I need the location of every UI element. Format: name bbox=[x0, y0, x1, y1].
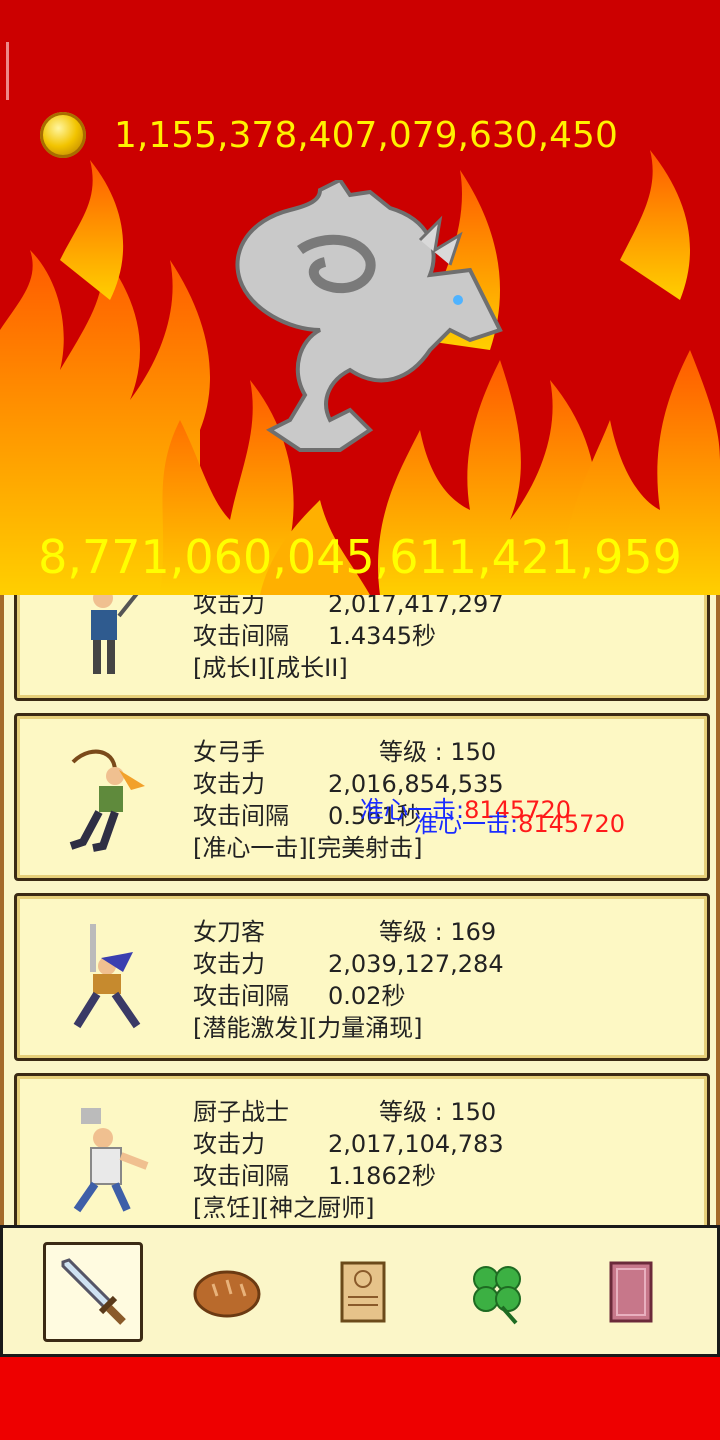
book-icon bbox=[609, 1261, 653, 1323]
scroll-handle bbox=[6, 42, 9, 100]
nav-heroes-button[interactable] bbox=[43, 1242, 143, 1342]
hero-name: 女弓手 bbox=[193, 738, 265, 766]
interval-label: 攻击间隔 bbox=[193, 982, 289, 1010]
sword-icon bbox=[61, 1258, 126, 1325]
hero-list[interactable]: 攻击力 2,017,417,297 攻击间隔 1.4345秒 [成长I][成长II]… bbox=[0, 595, 720, 1225]
hero-card[interactable]: 攻击力 2,017,417,297 攻击间隔 1.4345秒 [成长I][成长II] bbox=[14, 595, 710, 701]
hero-name: 厨子战士 bbox=[193, 1098, 289, 1126]
attack-label: 攻击力 bbox=[193, 595, 265, 618]
swordswoman-portrait bbox=[73, 924, 141, 1029]
damage-skill-name: 准心一击: bbox=[414, 810, 519, 838]
attack-label: 攻击力 bbox=[193, 950, 265, 978]
nav-scroll-button[interactable] bbox=[313, 1242, 413, 1342]
hero-card[interactable]: 厨子战士 等级 : 150 攻击力 2,017,104,783 攻击间隔 1.1862… bbox=[14, 1073, 710, 1225]
skill-list: [潜能激发][力量涌现] bbox=[193, 1014, 423, 1042]
nav-food-button[interactable] bbox=[177, 1242, 277, 1342]
boss-hp-value: 8,771,060,045,611,421,959 bbox=[38, 530, 682, 584]
attack-label: 攻击力 bbox=[193, 1130, 265, 1158]
attack-label: 攻击力 bbox=[193, 770, 265, 798]
nav-book-button[interactable] bbox=[581, 1242, 681, 1342]
nav-luck-button[interactable] bbox=[447, 1242, 547, 1342]
interval-label: 攻击间隔 bbox=[193, 802, 289, 830]
scroll-icon bbox=[340, 1261, 386, 1323]
attack-value: 2,017,417,297 bbox=[328, 595, 504, 618]
skill-list: [烹饪][神之厨师] bbox=[193, 1194, 375, 1222]
gold-coin-icon bbox=[40, 112, 86, 158]
hero-level: 等级 : 150 bbox=[379, 738, 497, 766]
damage-value: 8145720 bbox=[518, 810, 625, 838]
battle-area[interactable]: 1,155,378,407,079,630,450 8,771,060,045,… bbox=[0, 0, 720, 595]
interval-label: 攻击间隔 bbox=[193, 1162, 289, 1190]
chef-warrior-portrait bbox=[73, 1108, 149, 1213]
interval-value: 1.1862秒 bbox=[328, 1162, 436, 1190]
gold-counter: 1,155,378,407,079,630,450 bbox=[40, 112, 618, 158]
dragon-boss[interactable] bbox=[230, 180, 510, 470]
hero-level: 等级 : 150 bbox=[379, 1098, 497, 1126]
bottom-nav bbox=[0, 1225, 720, 1357]
hero-level: 等级 : 169 bbox=[379, 918, 497, 946]
hero-name: 女刀客 bbox=[193, 918, 265, 946]
archer-portrait bbox=[69, 749, 145, 852]
skill-list: [成长I][成长II] bbox=[193, 654, 348, 682]
attack-value: 2,017,104,783 bbox=[328, 1130, 504, 1158]
interval-label: 攻击间隔 bbox=[193, 622, 289, 650]
interval-value: 0.02秒 bbox=[328, 982, 406, 1010]
clover-icon bbox=[473, 1266, 521, 1325]
attack-value: 2,039,127,284 bbox=[328, 950, 504, 978]
hero-portrait bbox=[91, 595, 139, 674]
interval-value: 1.4345秒 bbox=[328, 622, 436, 650]
floating-damage-text: 准心一击:8145720 bbox=[414, 804, 625, 839]
gold-amount: 1,155,378,407,079,630,450 bbox=[114, 114, 618, 156]
hero-card[interactable]: 女刀客 等级 : 169 攻击力 2,039,127,284 攻击间隔 0.02秒 [… bbox=[14, 893, 710, 1061]
bread-icon bbox=[193, 1270, 261, 1318]
